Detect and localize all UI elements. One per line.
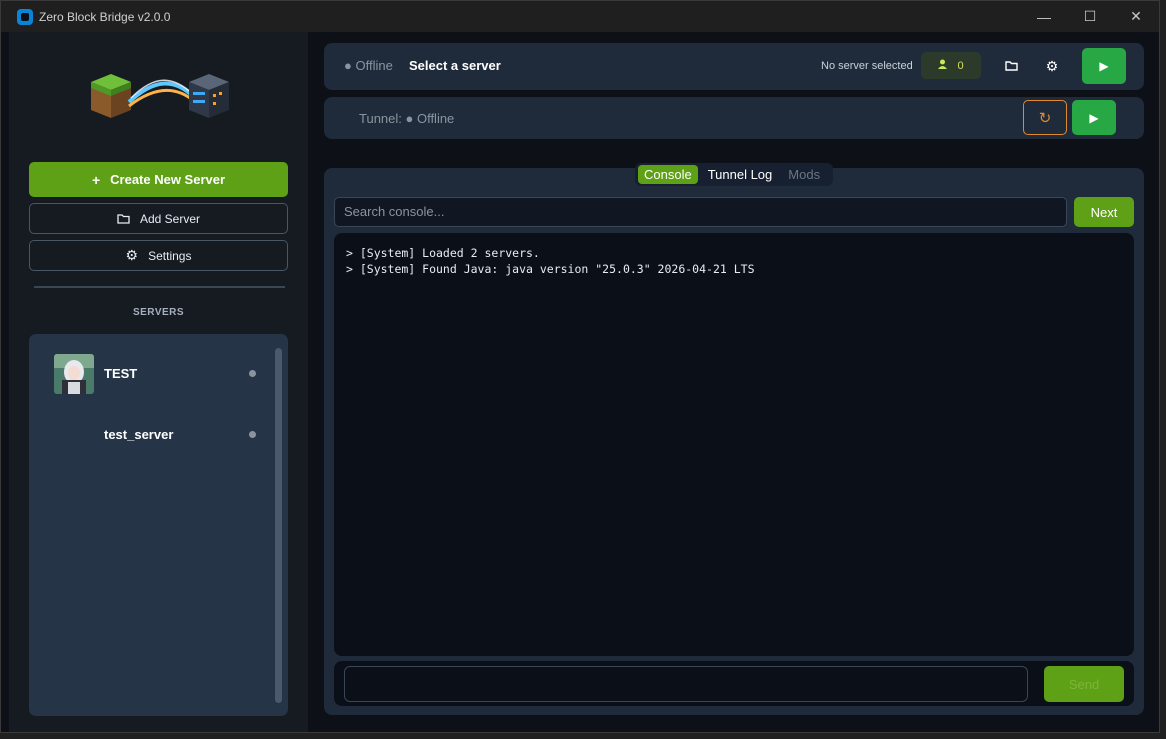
send-button[interactable]: Send — [1044, 666, 1124, 702]
play-icon: ▶ — [1089, 110, 1099, 125]
console-line: > [System] Found Java: java version "25.… — [346, 262, 755, 276]
window-title: Zero Block Bridge v2.0.0 — [39, 9, 171, 24]
open-folder-button[interactable] — [998, 53, 1024, 79]
start-tunnel-button[interactable]: ▶ — [1072, 100, 1116, 135]
sidebar-divider — [34, 286, 285, 288]
search-next-button[interactable]: Next — [1074, 197, 1134, 227]
console-search-input[interactable]: Search console... — [334, 197, 1067, 227]
user-icon — [938, 59, 948, 72]
server-status-dot — [249, 370, 256, 377]
folder-icon — [1004, 58, 1018, 74]
server-list-scrollbar[interactable] — [275, 348, 282, 703]
tab-console[interactable]: Console — [638, 165, 698, 184]
server-name: test_server — [104, 427, 174, 442]
server-avatar — [54, 354, 94, 394]
app-logo — [91, 74, 229, 118]
create-server-label: Create New Server — [110, 172, 226, 187]
server-header: ● Offline Select a server No server sele… — [324, 43, 1144, 90]
restart-tunnel-button[interactable]: ↻ — [1023, 100, 1067, 135]
settings-button[interactable]: ⚙ Settings — [29, 240, 288, 271]
app-icon — [17, 8, 33, 25]
server-status: ● Offline — [344, 58, 393, 73]
console-line: > [System] Loaded 2 servers. — [346, 246, 540, 260]
add-server-label: Add Server — [139, 211, 201, 226]
tab-tunnel-log[interactable]: Tunnel Log — [702, 165, 779, 184]
plus-icon: + — [91, 171, 101, 188]
command-input[interactable] — [344, 666, 1028, 702]
sidebar: + Create New Server Add Server ⚙ Setting… — [9, 32, 308, 732]
console-panel: Console Tunnel Log Mods Search console..… — [324, 163, 1144, 715]
console-output: > [System] Loaded 2 servers. > [System] … — [334, 233, 1134, 656]
add-server-button[interactable]: Add Server — [29, 203, 288, 234]
server-title: Select a server — [409, 58, 501, 73]
gear-icon: ⚙ — [1045, 57, 1059, 74]
no-server-text: No server selected — [821, 60, 913, 72]
server-name: TEST — [104, 366, 138, 381]
tunnel-bar: Tunnel: ● Offline ↻ ▶ — [324, 97, 1144, 139]
servers-heading: SERVERS — [132, 307, 185, 318]
server-status-dot — [249, 431, 256, 438]
title-bar[interactable]: Zero Block Bridge v2.0.0 — ☐ ✕ — [1, 1, 1159, 32]
server-list-item-test-server[interactable]: test_server — [29, 415, 269, 459]
command-bar: Send — [334, 661, 1134, 706]
player-count-badge: 0 — [921, 52, 981, 79]
maximize-icon[interactable]: ☐ — [1067, 1, 1113, 32]
gear-icon: ⚙ — [125, 247, 139, 263]
settings-label: Settings — [148, 248, 192, 263]
folder-plus-icon — [117, 211, 130, 227]
app-window: Zero Block Bridge v2.0.0 — ☐ ✕ + Create … — [0, 0, 1160, 733]
minimize-icon[interactable]: — — [1021, 1, 1067, 32]
refresh-icon: ↻ — [1038, 109, 1052, 127]
start-server-button[interactable]: ▶ — [1082, 48, 1126, 84]
create-new-server-button[interactable]: + Create New Server — [29, 162, 288, 197]
player-count: 0 — [957, 59, 964, 72]
server-list-item-test[interactable]: TEST — [29, 354, 269, 398]
close-icon[interactable]: ✕ — [1113, 1, 1159, 32]
console-tabs: Console Tunnel Log Mods — [635, 163, 834, 186]
server-settings-button[interactable]: ⚙ — [1039, 53, 1065, 79]
server-list: TEST test_server — [29, 334, 288, 716]
tab-mods[interactable]: Mods — [782, 165, 826, 184]
tunnel-status: Tunnel: ● Offline — [359, 111, 455, 126]
play-icon: ▶ — [1099, 59, 1109, 73]
